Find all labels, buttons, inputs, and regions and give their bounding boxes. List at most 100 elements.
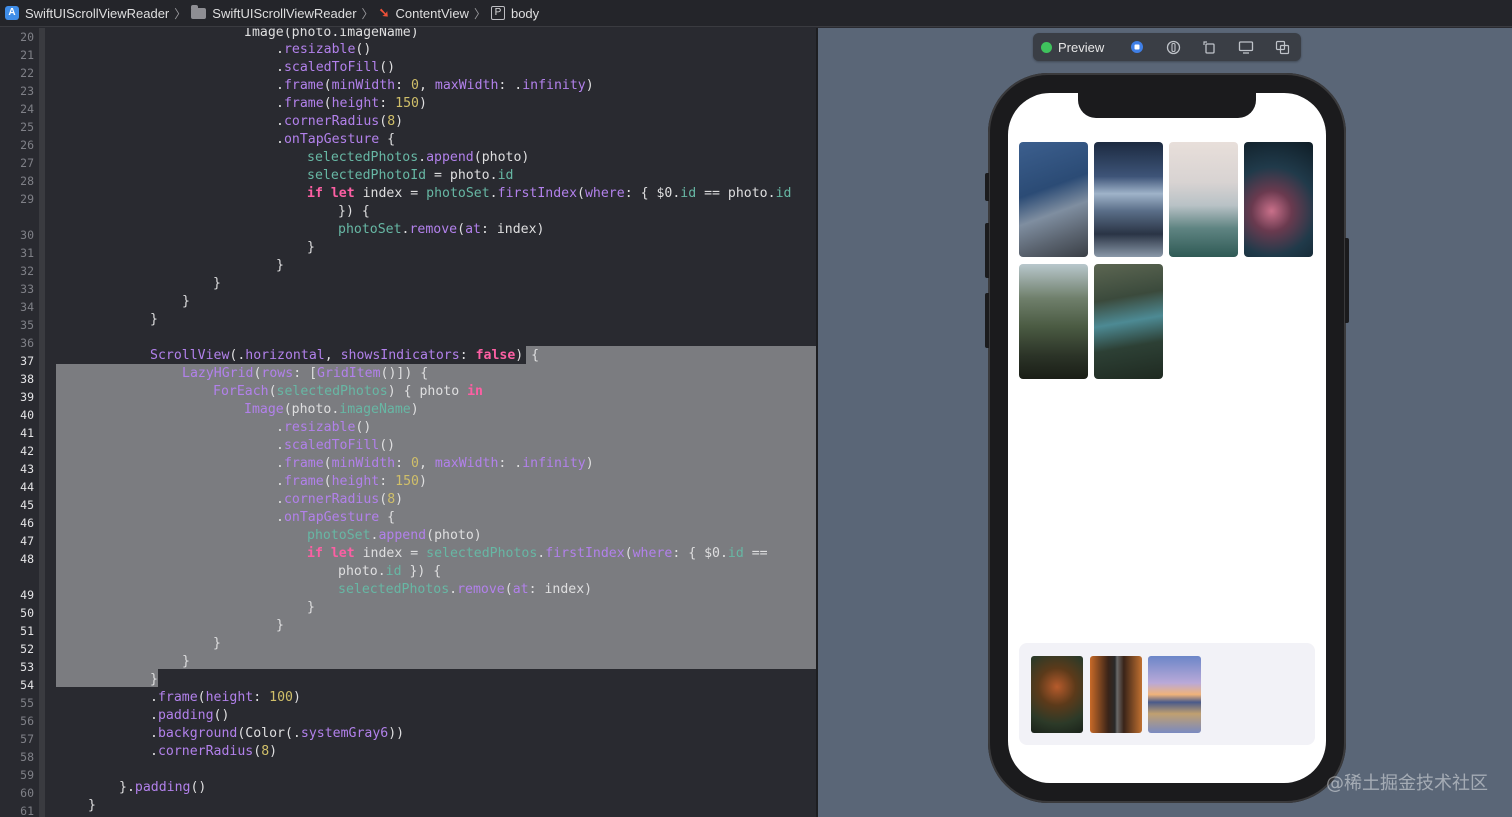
breadcrumb-item[interactable]: SwiftUIScrollViewReader — [191, 4, 357, 21]
code-line[interactable]: .cornerRadius(8) — [150, 743, 277, 761]
code-line[interactable]: } — [276, 617, 284, 635]
line-number: 21 — [20, 48, 34, 62]
code-line[interactable]: photoSet.remove(at: index) — [338, 221, 545, 239]
line-number: 48 — [20, 552, 34, 566]
code-line[interactable]: selectedPhotos.append(photo) — [307, 149, 529, 167]
code-line[interactable]: } — [88, 797, 96, 815]
breadcrumb-item[interactable]: ➘ ContentView — [379, 5, 469, 21]
notch — [1078, 93, 1256, 118]
code-line[interactable]: } — [276, 257, 284, 275]
code-line[interactable]: }.padding() — [119, 779, 206, 797]
preview-status: Preview — [1041, 40, 1104, 55]
grid-photo[interactable] — [1244, 142, 1313, 257]
line-number: 25 — [20, 120, 34, 134]
code-line[interactable]: } — [182, 293, 190, 311]
code-line[interactable]: }) { — [338, 203, 370, 221]
line-number: 60 — [20, 786, 34, 800]
code-line[interactable]: .cornerRadius(8) — [276, 491, 403, 509]
power-button — [1345, 238, 1349, 323]
line-number: 26 — [20, 138, 34, 152]
code-line[interactable]: .background(Color(.systemGray6)) — [150, 725, 404, 743]
code-line[interactable]: .frame(height: 150) — [276, 95, 427, 113]
code-line[interactable]: selectedPhotoId = photo.id — [307, 167, 513, 185]
code-line[interactable]: .scaledToFill() — [276, 437, 395, 455]
code-line[interactable]: .frame(minWidth: 0, maxWidth: .infinity) — [276, 77, 594, 95]
code-line[interactable]: .resizable() — [276, 419, 371, 437]
selected-photo-thumbnail[interactable] — [1031, 656, 1083, 733]
code-line[interactable]: .onTapGesture { — [276, 509, 395, 527]
chevron-right-icon: 〉 — [361, 6, 374, 21]
line-number: 58 — [20, 750, 34, 764]
grid-photo[interactable] — [1019, 142, 1088, 257]
grid-photo[interactable] — [1169, 142, 1238, 257]
code-line[interactable]: LazyHGrid(rows: [GridItem()]) { — [182, 365, 428, 383]
line-number: 59 — [20, 768, 34, 782]
jump-bar: A SwiftUIScrollViewReader 〉 SwiftUIScrollVi… — [0, 0, 1512, 27]
code-line[interactable]: Image(photo.imageName) — [244, 28, 419, 42]
line-number-gutter: 20 21 22 23 24 25 26 27 28 29 30 31 32 33 34 35 36 37 38 39… — [0, 28, 38, 817]
code-line[interactable]: .scaledToFill() — [276, 59, 395, 77]
line-number: 38 — [20, 372, 34, 386]
code-line[interactable]: ScrollView(.horizontal, showsIndicators:… — [150, 347, 539, 365]
volume-up-button — [985, 223, 989, 278]
code-line[interactable]: .frame(height: 100) — [150, 689, 301, 707]
app-icon: A — [5, 6, 19, 20]
breadcrumb-label: ContentView — [395, 5, 469, 21]
chevron-right-icon: 〉 — [473, 6, 486, 21]
code-line[interactable]: Image(photo.imageName) — [244, 401, 419, 419]
line-number: 42 — [20, 444, 34, 458]
line-number: 51 — [20, 624, 34, 638]
line-number: 50 — [20, 606, 34, 620]
code-line[interactable]: .frame(minWidth: 0, maxWidth: .infinity) — [276, 455, 594, 473]
device-settings-icon[interactable] — [1228, 33, 1265, 61]
code-line[interactable]: ForEach(selectedPhotos) { photo in — [213, 383, 483, 401]
volume-down-button — [985, 293, 989, 348]
code-line[interactable]: } — [182, 653, 190, 671]
code-line[interactable]: } — [307, 239, 315, 257]
watermark: @稀土掘金技术社区 — [1326, 773, 1488, 794]
code-line[interactable]: } — [150, 671, 158, 689]
line-number: 39 — [20, 390, 34, 404]
code-line[interactable]: .resizable() — [276, 41, 371, 59]
rotate-device-icon[interactable] — [1191, 33, 1228, 61]
selection-highlight — [526, 346, 817, 364]
swift-file-icon: ➘ — [378, 5, 390, 20]
code-line[interactable]: } — [213, 635, 221, 653]
breadcrumb-label: SwiftUIScrollViewReader — [212, 5, 357, 21]
code-folding-ribbon[interactable] — [39, 28, 45, 817]
selection-highlight — [56, 364, 817, 669]
breadcrumb-item[interactable]: A SwiftUIScrollViewReader — [5, 6, 169, 21]
line-number: 43 — [20, 462, 34, 476]
code-line[interactable]: if let index = photoSet.firstIndex(where… — [307, 185, 791, 203]
code-line[interactable]: } — [150, 311, 158, 329]
code-line[interactable]: .padding() — [150, 707, 229, 725]
selected-photos-scroll-view[interactable] — [1019, 643, 1315, 745]
live-preview-icon[interactable] — [1118, 33, 1155, 61]
code-line[interactable]: .cornerRadius(8) — [276, 113, 403, 131]
code-line[interactable]: } — [307, 599, 315, 617]
preview-toolbar: Preview — [1033, 33, 1301, 61]
line-number: 22 — [20, 66, 34, 80]
code-line[interactable]: photoSet.append(photo) — [307, 527, 482, 545]
line-number: 41 — [20, 426, 34, 440]
duplicate-preview-icon[interactable] — [1264, 33, 1301, 61]
line-number: 32 — [20, 264, 34, 278]
property-icon: P — [490, 6, 505, 20]
grid-photo[interactable] — [1094, 264, 1163, 379]
code-line[interactable]: } — [213, 275, 221, 293]
grid-photo[interactable] — [1094, 142, 1163, 257]
grid-photo[interactable] — [1019, 264, 1088, 379]
code-line[interactable]: .frame(height: 150) — [276, 473, 427, 491]
selected-photo-thumbnail[interactable] — [1148, 656, 1201, 733]
line-number: 40 — [20, 408, 34, 422]
code-line[interactable]: if let index = selectedPhotos.firstIndex… — [307, 545, 768, 563]
code-line[interactable]: photo.id }) { — [338, 563, 441, 581]
breadcrumb-item[interactable]: Pbody — [490, 6, 539, 21]
selected-photo-thumbnail[interactable] — [1089, 656, 1142, 733]
line-number: 44 — [20, 480, 34, 494]
code-editor[interactable]: 20 21 22 23 24 25 26 27 28 29 30 31 32 33 34 35 36 37 38 39… — [0, 28, 817, 817]
code-line[interactable]: .onTapGesture { — [276, 131, 395, 149]
inspect-icon[interactable] — [1155, 33, 1192, 61]
preview-label: Preview — [1058, 39, 1105, 55]
code-line[interactable]: selectedPhotos.remove(at: index) — [338, 581, 592, 599]
